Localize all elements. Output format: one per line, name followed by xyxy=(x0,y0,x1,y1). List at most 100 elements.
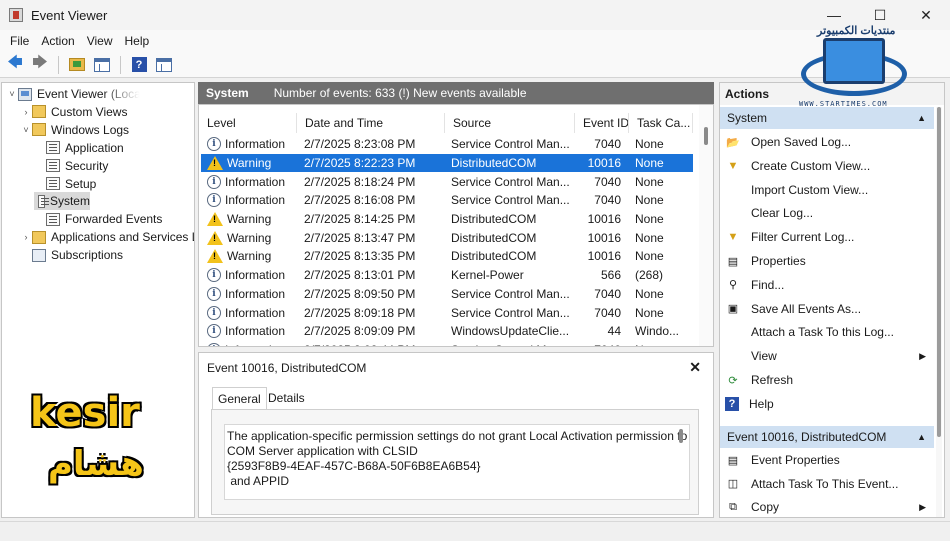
blank-icon xyxy=(725,325,741,339)
show-hide-action-pane-button[interactable] xyxy=(153,55,175,75)
column-task-category[interactable]: Task Ca... xyxy=(629,113,693,133)
action-save-all-events-as[interactable]: ▣ Save All Events As... xyxy=(720,298,934,320)
chevron-down-icon[interactable]: ˅ xyxy=(6,89,18,99)
description-scrollbar[interactable] xyxy=(679,429,683,443)
menu-help[interactable]: Help xyxy=(119,34,156,48)
event-source: WindowsUpdateClie... xyxy=(451,324,570,339)
action-attach-task-to-this-event[interactable]: ◫ Attach Task To This Event... xyxy=(720,473,934,495)
event-row[interactable]: i Information 2/7/2025 8:23:08 PM Service C… xyxy=(201,135,693,154)
warning-icon: ! xyxy=(207,249,223,264)
action-help[interactable]: ? Help xyxy=(720,393,934,415)
events-scrollbar[interactable] xyxy=(699,105,713,346)
action-properties[interactable]: ▤ Properties xyxy=(720,250,934,272)
event-row[interactable]: i Information 2/7/2025 8:09:50 PM Service C… xyxy=(201,285,693,304)
tree-item-custom-views[interactable]: › Custom Views xyxy=(20,103,128,121)
tree-item-system[interactable]: System xyxy=(34,192,90,211)
close-detail-icon[interactable]: ✕ xyxy=(689,359,701,376)
forward-arrow-icon[interactable]: 🡆 xyxy=(29,54,51,75)
log-icon xyxy=(46,159,60,173)
event-row[interactable]: i Information 2/7/2025 8:08:44 PMService C… xyxy=(201,341,693,346)
event-level: i Information xyxy=(201,137,297,152)
tab-details[interactable]: Details xyxy=(263,387,310,409)
event-source: Service Control Man... xyxy=(445,343,575,346)
actions-scrollbar[interactable] xyxy=(936,107,942,517)
open-folder-icon: 📂 xyxy=(726,136,740,149)
folder-icon xyxy=(32,123,46,137)
event-row[interactable]: ! Warning 2/7/2025 8:13:47 PM DistributedCO… xyxy=(201,228,693,247)
scrollbar-thumb[interactable] xyxy=(937,107,941,437)
event-detail-title: Event 10016, DistributedCOM xyxy=(207,361,367,375)
action-create-custom-view[interactable]: ▼ Create Custom View... xyxy=(720,155,934,177)
show-hide-tree-button[interactable] xyxy=(91,55,113,75)
event-id: 7040 xyxy=(594,286,621,301)
properties-icon: ▤ xyxy=(727,454,739,467)
column-event-id[interactable]: Event ID xyxy=(575,113,629,133)
event-row[interactable]: ! Warning 2/7/2025 8:13:35 PM DistributedCO… xyxy=(201,247,693,266)
tree-item-label: Applications and Services Logs xyxy=(51,230,194,245)
tree-item-forwarded-events[interactable]: Forwarded Events xyxy=(34,210,162,228)
action-filter-current-log[interactable]: ▼ Filter Current Log... xyxy=(720,226,934,248)
action-import-custom-view[interactable]: Import Custom View... xyxy=(720,179,934,201)
information-icon: i xyxy=(207,305,221,320)
menu-action[interactable]: Action xyxy=(35,34,80,48)
action-copy[interactable]: ⧉ Copy ▶ xyxy=(720,496,934,517)
collapse-caret-icon[interactable]: ▲ xyxy=(917,107,926,129)
tree-item-windows-logs[interactable]: ˅ Windows Logs xyxy=(20,121,129,139)
status-bar xyxy=(0,521,950,541)
event-date-time: 2/7/2025 8:13:47 PM xyxy=(304,230,416,245)
scrollbar-thumb[interactable] xyxy=(704,127,708,145)
chevron-right-icon[interactable]: › xyxy=(20,232,32,242)
action-clear-log[interactable]: Clear Log... xyxy=(720,202,934,224)
column-date-time[interactable]: Date and Time xyxy=(297,113,445,133)
event-id: 566 xyxy=(600,268,621,283)
event-level: i Information xyxy=(201,342,297,346)
event-date-time: 2/7/2025 8:18:24 PM xyxy=(304,174,416,189)
event-row[interactable]: ! Warning 2/7/2025 8:22:23 PM DistributedCO… xyxy=(201,153,693,173)
action-attach-a-task-to-this-log[interactable]: Attach a Task To this Log... xyxy=(720,321,934,343)
event-id: 7040 xyxy=(594,193,621,208)
event-row[interactable]: ! Warning 2/7/2025 8:14:25 PM DistributedCO… xyxy=(201,210,693,229)
folder-up-icon xyxy=(69,58,85,71)
action-label: Import Custom View... xyxy=(751,182,869,197)
event-rows: i Information 2/7/2025 8:23:08 PM Service C… xyxy=(201,135,693,346)
event-row[interactable]: i Information 2/7/2025 8:09:18 PM Service C… xyxy=(201,303,693,322)
tree-item-setup[interactable]: Setup xyxy=(34,175,96,193)
collapse-caret-icon[interactable]: ▲ xyxy=(917,426,926,448)
action-refresh[interactable]: ⟳ Refresh xyxy=(720,369,934,391)
event-level: i Information xyxy=(201,174,297,189)
tree-item-subscriptions[interactable]: Subscriptions xyxy=(20,246,123,264)
action-view[interactable]: View ▶ xyxy=(720,345,934,367)
event-source: DistributedCOM xyxy=(451,249,537,264)
event-task-category: None xyxy=(635,193,664,208)
event-row[interactable]: i Information 2/7/2025 8:18:24 PM Service C… xyxy=(201,172,693,191)
information-icon: i xyxy=(207,268,221,283)
action-label: Filter Current Log... xyxy=(751,230,855,245)
tree-item-applications-and-services-logs[interactable]: › Applications and Services Logs xyxy=(20,228,195,246)
action-open-saved-log[interactable]: 📂 Open Saved Log... xyxy=(720,131,934,153)
action-event-properties[interactable]: ▤ Event Properties xyxy=(720,449,934,471)
column-level[interactable]: Level xyxy=(199,113,297,133)
startimes-logo: منتديات الكمبيوتر WWW.STARTIMES.COM xyxy=(795,22,915,114)
event-date-time: 2/7/2025 8:08:44 PM xyxy=(297,343,445,346)
menu-view[interactable]: View xyxy=(81,34,119,48)
tree-item-security[interactable]: Security xyxy=(34,157,108,175)
tree-item-label: Windows Logs xyxy=(51,122,130,137)
column-source[interactable]: Source xyxy=(445,113,575,133)
menu-file[interactable]: File xyxy=(4,34,35,48)
up-folder-button[interactable] xyxy=(66,55,88,75)
help-button[interactable]: ? xyxy=(128,55,150,75)
event-level-text: Warning xyxy=(227,156,272,171)
chevron-right-icon[interactable]: › xyxy=(20,107,32,117)
back-arrow-icon[interactable]: 🡄 xyxy=(4,54,26,75)
event-row[interactable]: i Information 2/7/2025 8:13:01 PM Kernel-Po… xyxy=(201,266,693,285)
chevron-down-icon[interactable]: ˅ xyxy=(20,125,32,135)
event-source: Service Control Man... xyxy=(451,137,570,152)
tab-general[interactable]: General xyxy=(212,387,267,409)
action-find[interactable]: ⚲ Find... xyxy=(720,274,934,296)
tree-item-application[interactable]: Application xyxy=(34,139,124,157)
actions-section-event[interactable]: Event 10016, DistributedCOM ▲ xyxy=(720,426,934,448)
exclamation-glyph: ! xyxy=(213,158,216,169)
event-row[interactable]: i Information 2/7/2025 8:09:09 PM WindowsUp… xyxy=(201,322,693,341)
tree-item-label: Application xyxy=(65,140,124,155)
event-row[interactable]: i Information 2/7/2025 8:16:08 PM Service C… xyxy=(201,191,693,210)
